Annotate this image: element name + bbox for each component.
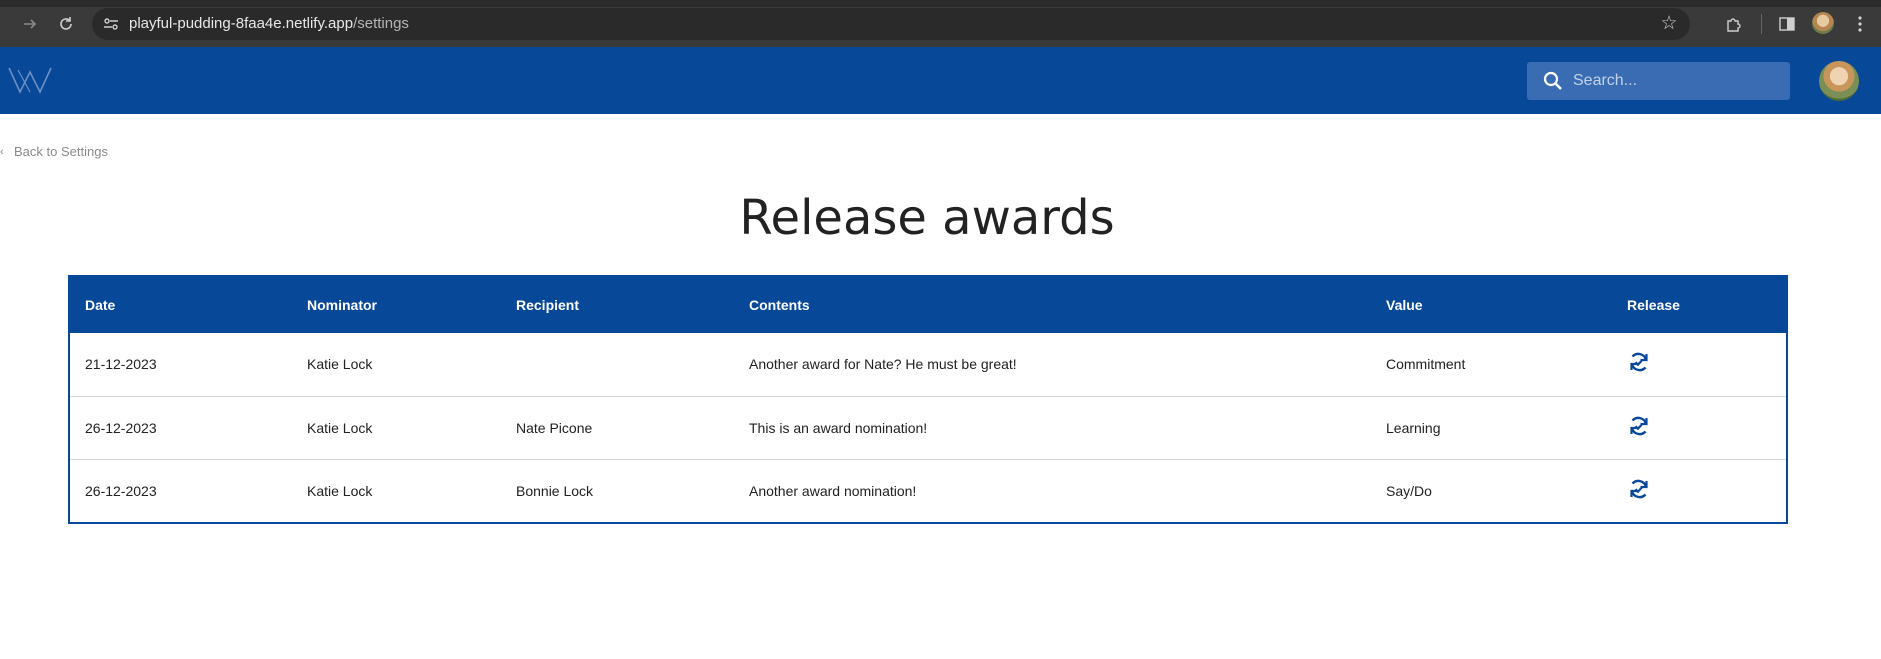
browser-profile-avatar[interactable] xyxy=(1812,12,1834,34)
column-header-value: Value xyxy=(1386,297,1423,313)
cell-release xyxy=(1612,396,1786,460)
back-to-settings-link[interactable]: ‹ Back to Settings xyxy=(0,144,108,159)
search-input[interactable] xyxy=(1573,62,1783,100)
table-row: 26-12-2023 Katie Lock Nate Picone This i… xyxy=(70,396,1786,460)
forward-arrow-icon[interactable] xyxy=(18,12,42,36)
app-logo-icon[interactable] xyxy=(8,64,52,94)
table-header-row: Date Nominator Recipient Contents Value … xyxy=(70,277,1786,333)
cell-contents: Another award for Nate? He must be great… xyxy=(734,333,1371,397)
cell-date: 26-12-2023 xyxy=(85,482,157,499)
column-header-date: Date xyxy=(85,297,116,313)
cell-release xyxy=(1612,459,1786,522)
cell-recipient xyxy=(501,333,734,397)
bookmark-star-icon[interactable]: ☆ xyxy=(1658,13,1680,35)
cell-value: Commitment xyxy=(1371,333,1612,397)
cell-date: 26-12-2023 xyxy=(70,396,292,460)
cell-release xyxy=(1612,333,1786,397)
cell-nominator: Katie Lock xyxy=(292,333,501,397)
release-icon[interactable] xyxy=(1627,350,1651,374)
cell-contents: Another award nomination! xyxy=(749,482,917,499)
release-icon[interactable] xyxy=(1627,414,1651,438)
browser-chrome: playful-pudding-8faa4e.netlify.app/setti… xyxy=(0,0,1881,47)
browser-tab-strip xyxy=(0,0,1881,7)
browser-menu-icon[interactable] xyxy=(1850,12,1870,36)
column-header-nominator: Nominator xyxy=(307,297,377,313)
page-title: Release awards xyxy=(739,190,1115,246)
column-header-recipient: Recipient xyxy=(516,297,580,313)
site-settings-icon[interactable] xyxy=(101,14,121,34)
cell-value: Say/Do xyxy=(1386,482,1432,499)
table-row: 21-12-2023 Katie Lock Another award for … xyxy=(70,333,1786,397)
url-host: playful-pudding-8faa4e.netlify.app xyxy=(129,15,354,32)
back-link-label: Back to Settings xyxy=(14,144,108,159)
cell-recipient: Bonnie Lock xyxy=(516,482,594,499)
search-icon xyxy=(1543,71,1562,90)
cell-value: Learning xyxy=(1371,396,1612,460)
column-header-contents: Contents xyxy=(749,297,810,313)
table-row: 26-12-2023 Katie Lock Bonnie Lock Anothe… xyxy=(70,459,1786,522)
cell-recipient: Nate Picone xyxy=(501,396,734,460)
side-panel-icon[interactable] xyxy=(1775,12,1799,36)
reload-icon[interactable] xyxy=(54,12,78,36)
address-bar[interactable]: playful-pudding-8faa4e.netlify.app/setti… xyxy=(92,8,1690,40)
cell-contents: This is an award nomination! xyxy=(734,396,1371,460)
awards-table: Date Nominator Recipient Contents Value … xyxy=(68,275,1788,524)
cell-nominator: Katie Lock xyxy=(307,482,373,499)
back-arrow-icon: ‹ xyxy=(0,145,4,158)
extensions-icon[interactable] xyxy=(1722,12,1746,36)
toolbar-divider xyxy=(1761,14,1762,34)
cell-date: 21-12-2023 xyxy=(70,333,292,397)
cell-nominator: Katie Lock xyxy=(292,396,501,460)
search-box xyxy=(1527,62,1790,100)
url-path: /settings xyxy=(353,15,409,32)
release-icon[interactable] xyxy=(1627,477,1651,501)
user-avatar[interactable] xyxy=(1819,61,1859,101)
column-header-release: Release xyxy=(1627,297,1680,313)
app-header xyxy=(0,47,1881,114)
url-text[interactable]: playful-pudding-8faa4e.netlify.app/setti… xyxy=(129,15,409,32)
